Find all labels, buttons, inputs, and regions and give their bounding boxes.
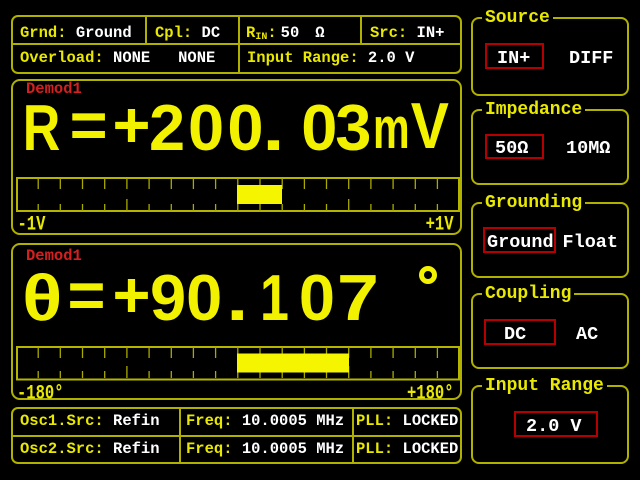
svg-text:V: V (411, 90, 449, 162)
svg-text:2: 2 (149, 91, 185, 164)
svg-text:=: = (70, 88, 108, 161)
svg-text:0: 0 (227, 91, 263, 164)
svg-text:.: . (263, 91, 285, 164)
svg-text:m: m (373, 95, 410, 161)
svg-text:0: 0 (301, 91, 337, 164)
svg-text:0: 0 (188, 91, 224, 164)
svg-text:R: R (23, 93, 61, 165)
svg-text:3: 3 (335, 91, 371, 164)
svg-text:+: + (113, 88, 151, 161)
